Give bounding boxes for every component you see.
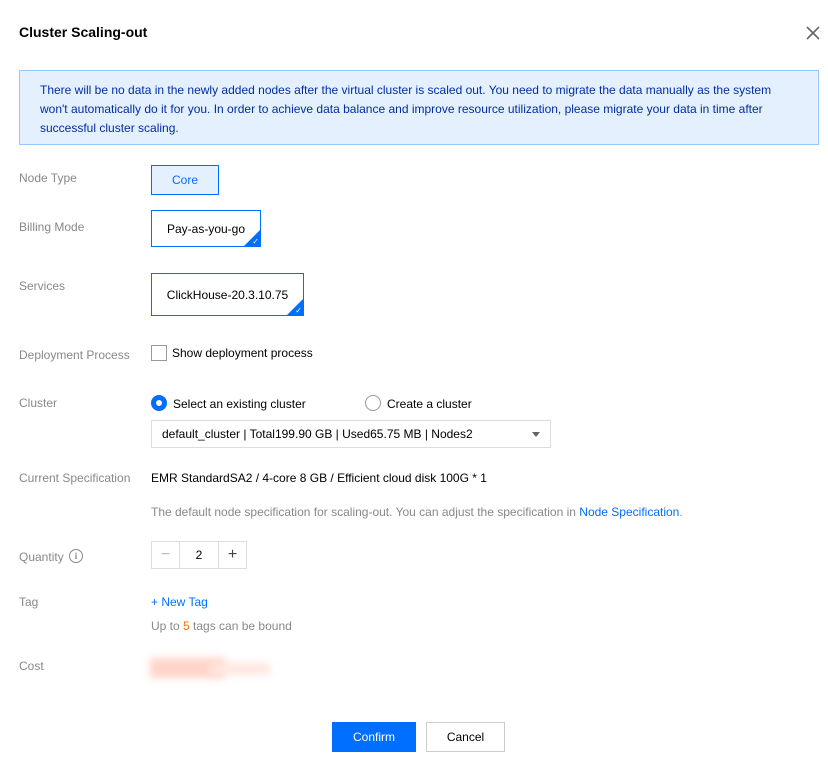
- close-icon[interactable]: [804, 24, 822, 42]
- alert-text: There will be no data in the newly added…: [40, 83, 772, 135]
- cluster-label: Cluster: [19, 396, 58, 410]
- show-deployment-label[interactable]: Show deployment process: [172, 346, 313, 360]
- quantity-label: Quantity: [19, 550, 64, 564]
- tag-hint-prefix: Up to: [151, 619, 184, 633]
- cost-label: Cost: [19, 659, 44, 673]
- node-type-core-option[interactable]: Core: [151, 165, 219, 195]
- node-specification-link[interactable]: Node Specification: [579, 505, 679, 519]
- info-icon[interactable]: i: [69, 549, 83, 563]
- spec-hint: The default node specification for scali…: [151, 505, 683, 519]
- node-type-label: Node Type: [19, 171, 77, 185]
- info-alert: There will be no data in the newly added…: [19, 70, 819, 145]
- chevron-down-icon: [532, 432, 540, 437]
- show-deployment-checkbox[interactable]: [151, 345, 167, 361]
- cluster-select[interactable]: default_cluster | Total199.90 GB | Used6…: [151, 420, 551, 448]
- current-spec-value: EMR StandardSA2 / 4-core 8 GB / Efficien…: [151, 471, 487, 485]
- new-tag-link[interactable]: + New Tag: [151, 595, 208, 609]
- deployment-process-label: Deployment Process: [19, 348, 130, 362]
- billing-mode-option[interactable]: Pay-as-you-go ✓: [151, 210, 261, 247]
- spec-hint-suffix: .: [679, 505, 683, 519]
- services-value: ClickHouse-20.3.10.75: [166, 287, 289, 302]
- existing-cluster-radio[interactable]: [151, 395, 167, 411]
- tag-hint-count: 5: [183, 619, 190, 633]
- quantity-input[interactable]: 2: [180, 542, 218, 568]
- create-cluster-radio[interactable]: [365, 395, 381, 411]
- dialog-title: Cluster Scaling-out: [19, 24, 148, 40]
- current-spec-label: Current Specification: [19, 471, 131, 485]
- existing-cluster-label[interactable]: Select an existing cluster: [173, 397, 306, 411]
- spec-hint-prefix: The default node specification for scali…: [151, 505, 580, 519]
- cancel-button[interactable]: Cancel: [426, 722, 505, 752]
- billing-mode-label: Billing Mode: [19, 220, 85, 234]
- confirm-button[interactable]: Confirm: [332, 722, 416, 752]
- cost-value-redacted: [150, 654, 275, 682]
- tag-hint: Up to 5 tags can be bound: [151, 619, 292, 633]
- cluster-select-value: default_cluster | Total199.90 GB | Used6…: [162, 427, 473, 441]
- quantity-stepper: − 2 +: [151, 541, 247, 569]
- increment-button[interactable]: +: [218, 542, 246, 568]
- create-cluster-label[interactable]: Create a cluster: [387, 397, 472, 411]
- tag-hint-suffix: tags can be bound: [189, 619, 292, 633]
- services-label: Services: [19, 279, 66, 293]
- node-type-value: Core: [171, 173, 198, 187]
- check-icon: ✓: [295, 306, 302, 315]
- billing-mode-value: Pay-as-you-go: [166, 221, 246, 236]
- check-icon: ✓: [252, 237, 259, 246]
- tag-label: Tag: [19, 595, 39, 609]
- services-option[interactable]: ClickHouse-20.3.10.75 ✓: [151, 273, 304, 316]
- decrement-button[interactable]: −: [152, 542, 180, 568]
